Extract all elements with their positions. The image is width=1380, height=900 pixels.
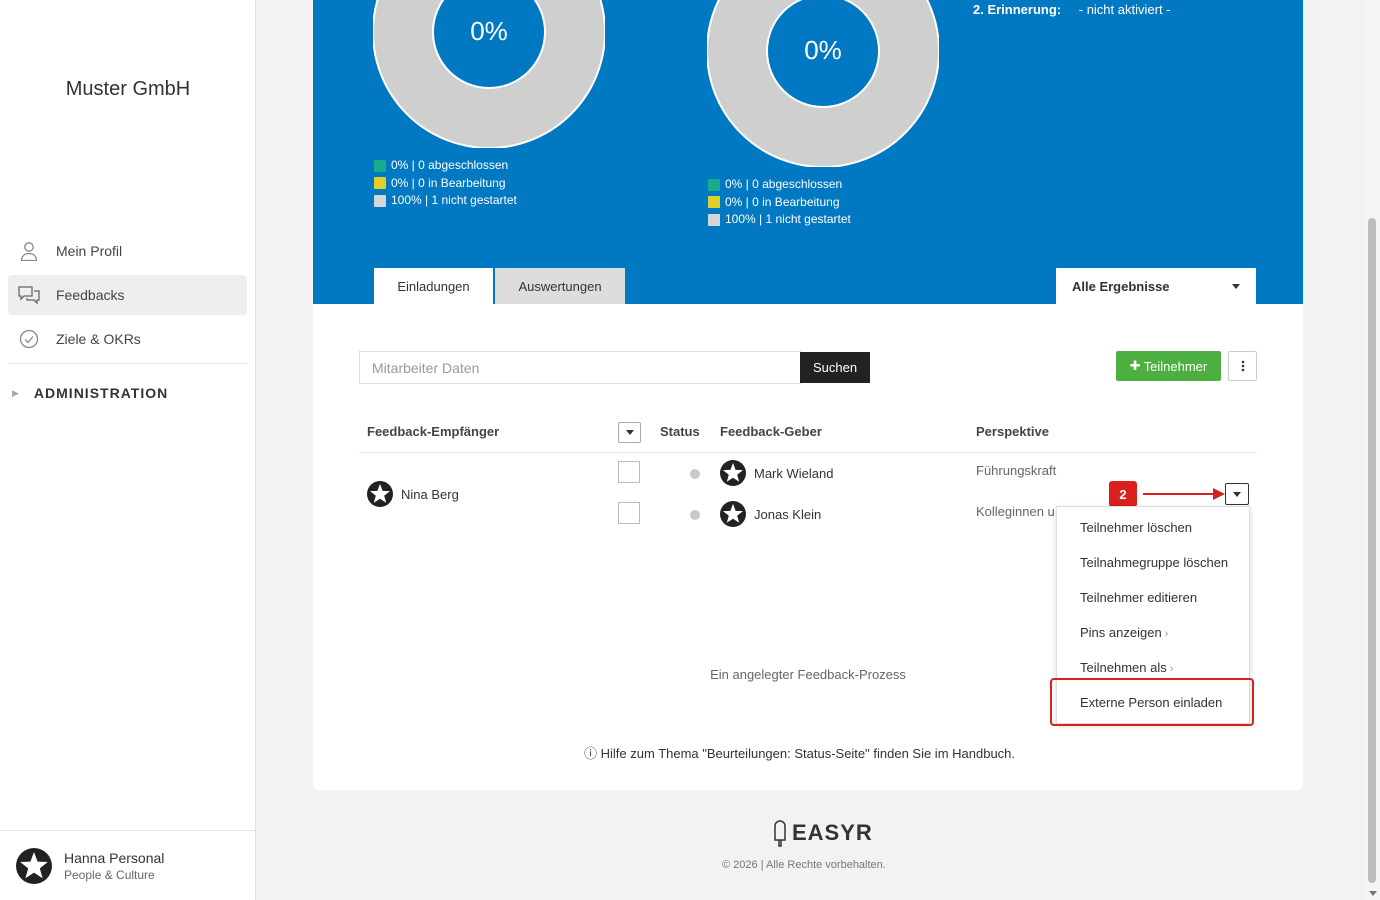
annotation-arrow — [1143, 493, 1215, 495]
legend-completed: 0% | 0 abgeschlossen — [708, 176, 851, 194]
user-icon — [18, 240, 40, 262]
legend-not-started: 100% | 1 nicht gestartet — [374, 192, 517, 210]
feedback-recipient: Nina Berg — [367, 481, 459, 507]
donut-1-legend: 0% | 0 abgeschlossen 0% | 0 in Bearbeitu… — [374, 157, 517, 210]
scrollbar-thumb[interactable] — [1368, 218, 1376, 883]
menu-item-delete-group[interactable]: Teilnahmegruppe löschen — [1080, 555, 1228, 570]
caret-down-icon — [625, 430, 634, 435]
avatar — [16, 847, 52, 884]
giver-name: Mark Wieland — [754, 465, 834, 481]
caret-down-icon — [1232, 283, 1240, 289]
check-circle-icon — [18, 328, 40, 350]
header-divider — [359, 452, 1257, 453]
row-checkbox[interactable] — [618, 461, 640, 483]
legend-completed: 0% | 0 abgeschlossen — [374, 157, 517, 175]
donut-1-percent: 0% — [470, 16, 508, 46]
perspective-value: Kolleginnen u — [976, 504, 1055, 519]
legend-in-progress: 0% | 0 in Bearbeitung — [708, 194, 851, 212]
column-header-status: Status — [660, 424, 700, 439]
user-profile[interactable]: Hanna Personal People & Culture — [0, 830, 256, 900]
sidebar-item-mein-profil[interactable]: Mein Profil — [8, 231, 247, 271]
sidebar-item-label: Mein Profil — [56, 243, 123, 259]
arrow-right-icon — [1213, 488, 1225, 500]
feedback-giver: Jonas Klein — [720, 501, 821, 527]
results-filter-select[interactable]: Alle Ergebnisse — [1056, 268, 1256, 304]
tab-auswertungen[interactable]: Auswertungen — [495, 268, 625, 304]
status-indicator — [690, 469, 700, 479]
help-link[interactable]: ⓘ Hilfe zum Thema "Beurteilungen: Status… — [584, 743, 1015, 762]
company-name: Muster GmbH — [65, 78, 191, 100]
recipient-name: Nina Berg — [401, 486, 459, 502]
popsicle-icon — [774, 820, 786, 847]
reminder-value: - nicht aktiviert - — [1078, 2, 1171, 17]
sidebar-item-label: Ziele & OKRs — [56, 331, 141, 347]
donut-chart-2 — [707, 0, 939, 167]
scroll-down-icon[interactable] — [1369, 891, 1377, 896]
kebab-icon — [1241, 360, 1244, 372]
add-participant-label: Teilnehmer — [1143, 358, 1208, 374]
row-actions-dropdown[interactable] — [1225, 483, 1249, 505]
sidebar-item-administration[interactable]: ▶ ADMINISTRATION — [12, 385, 168, 401]
plus-icon: ✚ — [1129, 358, 1141, 373]
column-header-recipient: Feedback-Empfänger — [367, 424, 500, 439]
perspective-value: Führungskraft — [976, 463, 1057, 478]
search-button[interactable]: Suchen — [800, 352, 870, 383]
user-role: People & Culture — [64, 867, 155, 882]
reminder-info: 2. Erinnerung: - nicht aktiviert - — [973, 2, 1171, 17]
row-checkbox[interactable] — [618, 502, 640, 524]
help-text: Hilfe zum Thema "Beurteilungen: Status-S… — [600, 746, 1016, 761]
sidebar-item-ziele-okrs[interactable]: Ziele & OKRs — [8, 319, 247, 359]
sidebar-item-label: Feedbacks — [56, 287, 125, 303]
bulk-select-dropdown[interactable] — [618, 422, 641, 443]
reminder-label: 2. Erinnerung: — [973, 2, 1062, 17]
chevron-right-icon: › — [1164, 628, 1169, 640]
search-input[interactable]: Mitarbeiter Daten — [359, 351, 801, 384]
donut-2-percent: 0% — [804, 35, 842, 65]
avatar — [720, 460, 746, 486]
menu-item-show-pins[interactable]: Pins anzeigen › — [1080, 625, 1168, 640]
sidebar-item-feedbacks[interactable]: Feedbacks — [8, 275, 247, 315]
legend-not-started: 100% | 1 nicht gestartet — [708, 211, 851, 229]
copyright: © 2026 | Alle Rechte vorbehalten. — [722, 859, 886, 871]
avatar — [367, 481, 393, 507]
donut-2-legend: 0% | 0 abgeschlossen 0% | 0 in Bearbeitu… — [708, 176, 851, 229]
help-icon: ⓘ — [584, 746, 598, 761]
add-participant-button[interactable]: ✚ Teilnehmer — [1116, 351, 1221, 381]
feedback-giver: Mark Wieland — [720, 460, 833, 486]
easyr-logo: EASYR — [772, 818, 873, 848]
user-name: Hanna Personal — [64, 849, 165, 866]
sidebar-nav: Mein Profil Feedbacks Ziele & OKRs — [8, 231, 247, 363]
column-header-giver: Feedback-Geber — [720, 424, 822, 439]
annotation-step-badge: 2 — [1109, 481, 1137, 507]
page-scrollbar[interactable] — [1366, 0, 1380, 900]
legend-in-progress: 0% | 0 in Bearbeitung — [374, 175, 517, 193]
menu-item-edit-participant[interactable]: Teilnehmer editieren — [1080, 590, 1197, 605]
triangle-right-icon: ▶ — [12, 387, 20, 398]
nav-divider — [8, 363, 247, 364]
more-options-button[interactable] — [1228, 351, 1257, 381]
tab-einladungen[interactable]: Einladungen — [374, 268, 493, 304]
annotation-highlight-box — [1050, 678, 1254, 726]
process-count: Ein angelegter Feedback-Prozess — [710, 667, 906, 682]
menu-item-delete-participant[interactable]: Teilnehmer löschen — [1080, 520, 1192, 535]
avatar — [720, 501, 746, 527]
giver-name: Jonas Klein — [754, 506, 822, 522]
chat-icon — [18, 284, 40, 306]
admin-label: ADMINISTRATION — [33, 385, 169, 401]
sidebar: Muster GmbH Mein Profil Feedbacks Ziele … — [0, 0, 256, 900]
logo-text: EASYR — [792, 820, 873, 845]
filter-value: Alle Ergebnisse — [1072, 278, 1170, 294]
column-header-perspective: Perspektive — [976, 424, 1049, 439]
status-indicator — [690, 510, 700, 520]
caret-down-icon — [1233, 491, 1241, 497]
